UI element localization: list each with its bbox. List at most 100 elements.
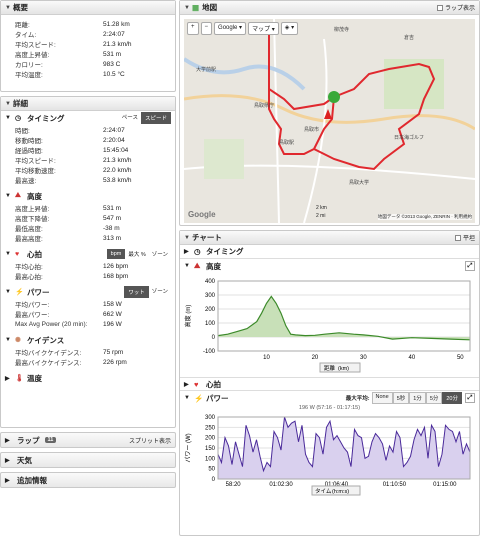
stat-label: 経過時間: xyxy=(15,148,43,155)
laps-count-badge: 11 xyxy=(44,437,57,443)
map-park xyxy=(204,139,244,179)
y-tick-label: 0 xyxy=(212,335,216,341)
elevation-section[interactable]: ▼ ⛰ 高度 xyxy=(1,189,175,203)
stat-value: 51.28 km xyxy=(103,20,130,28)
stat-row: 時間: 2:24:07 xyxy=(1,125,175,136)
expand-triangle-icon[interactable]: ▶ xyxy=(5,375,15,382)
summary-panel: ▼ 概要 距離: 51.28 km タイム: 2:24:07 平均スピード: 21.3 km… xyxy=(0,0,176,92)
collapse-triangle-icon[interactable]: ▼ xyxy=(5,251,15,257)
map-icon: ▦ xyxy=(192,3,200,12)
power-title: パワー xyxy=(27,287,50,297)
collapse-triangle-icon[interactable]: ▼ xyxy=(5,337,15,343)
expand-triangle-icon[interactable]: ▶ xyxy=(5,457,17,464)
extra-info-panel[interactable]: ▶ 追加情報 xyxy=(0,472,176,488)
map-river xyxy=(184,57,306,91)
chart-panel: ▼ チャート 平坦 ▶ ◷ タイミング ▼ ⛰ 高度 ⤢ -100 0 100 200 300 400 1… xyxy=(179,230,480,536)
x-tick-label: 01:10:50 xyxy=(383,482,407,488)
provider-select[interactable]: Google ▾ xyxy=(214,22,247,35)
map-canvas[interactable]: 柳茂寺 大学前駅 鳥取県庁 鳥取駅 鳥取市 鳥取大学 日本海ゴルフ 倉吉 + − Google… xyxy=(184,19,475,223)
max-average-option[interactable]: 1分 xyxy=(409,392,426,404)
max-average-option[interactable]: 5分 xyxy=(425,392,443,404)
elevation-chart: -100 0 100 200 300 400 10 20 30 40 50 高度 (m) 距離 (km) xyxy=(184,279,471,373)
split-display-link[interactable]: スプリット表示 xyxy=(129,436,171,445)
timing-section[interactable]: ▼ ◷ タイミング ペース スピード xyxy=(1,111,175,125)
y-axis-label: パワー (W) xyxy=(185,433,192,462)
map-attribution[interactable]: 地図データ ©2013 Google, ZENRIN · 利用規約 xyxy=(377,214,472,220)
x-tick-label: 20 xyxy=(312,355,319,361)
map-place-label: 柳茂寺 xyxy=(334,26,349,33)
stat-label: 最低高度: xyxy=(15,226,43,233)
max-average-option[interactable]: 20分 xyxy=(442,392,462,404)
collapse-triangle-icon[interactable]: ▼ xyxy=(184,235,192,241)
elevation-chart-title: 高度 xyxy=(206,261,221,271)
layers-icon[interactable]: ◈ ▾ xyxy=(280,22,299,35)
timing-chart-row[interactable]: ▶ ◷ タイミング xyxy=(180,245,479,259)
max-average-option[interactable]: 5秒 xyxy=(392,392,410,404)
stat-row: 経過時間: 15:45:04 xyxy=(1,145,175,156)
flat-label: 平坦 xyxy=(462,236,475,242)
expand-triangle-icon[interactable]: ▶ xyxy=(5,437,17,444)
y-tick-label: 0 xyxy=(212,477,216,483)
heart-zone-toggle[interactable]: ゾーン xyxy=(149,249,171,259)
x-tick-label: 30 xyxy=(360,355,367,361)
stat-row: 移動時間: 2:20:04 xyxy=(1,135,175,146)
power-section[interactable]: ▼ ⚡ パワー ワット ゾーン xyxy=(1,285,175,299)
map-header[interactable]: ▼ ▦ 地図 ラップ表示 xyxy=(180,1,479,15)
maptype-select[interactable]: マップ ▾ xyxy=(248,22,279,35)
collapse-triangle-icon[interactable]: ▼ xyxy=(184,263,194,269)
map-park xyxy=(384,59,444,109)
stat-row: 平均バイクケイデンス: 75 rpm xyxy=(1,347,175,358)
collapse-triangle-icon[interactable]: ▼ xyxy=(5,115,15,121)
watt-toggle[interactable]: ワット xyxy=(124,286,149,298)
x-axis-label: 距離 xyxy=(324,364,336,372)
stat-label: タイム: xyxy=(15,32,37,39)
cadence-section[interactable]: ▼ ✺ ケイデンス xyxy=(1,333,175,347)
laps-panel[interactable]: ▶ ラップ 11 スプリット表示 xyxy=(0,432,176,448)
summary-header[interactable]: ▼ 概要 xyxy=(1,1,175,15)
stat-value: 983 C xyxy=(103,60,121,68)
start-marker-icon[interactable] xyxy=(328,91,340,103)
pace-toggle[interactable]: ペース xyxy=(119,112,141,124)
expand-icon[interactable]: ⤢ xyxy=(465,261,475,271)
x-tick-label: 10 xyxy=(263,355,270,361)
detail-header[interactable]: ▼ 詳細 xyxy=(1,97,175,111)
collapse-triangle-icon[interactable]: ▼ xyxy=(5,101,13,107)
zoom-in-button[interactable]: + xyxy=(187,22,199,35)
collapse-triangle-icon[interactable]: ▼ xyxy=(5,289,15,295)
maxpct-toggle[interactable]: 最大 % xyxy=(125,249,148,259)
collapse-triangle-icon[interactable]: ▼ xyxy=(5,193,15,199)
weather-title: 天気 xyxy=(17,455,32,465)
heart-section[interactable]: ▼ ♥ 心拍 bpm 最大 % ゾーン xyxy=(1,247,175,261)
lap-display-checkbox[interactable] xyxy=(436,5,443,12)
map-place-label: 鳥取大学 xyxy=(349,179,369,186)
extra-info-title: 追加情報 xyxy=(17,475,47,485)
max-average-option[interactable]: None xyxy=(371,392,393,404)
weather-panel[interactable]: ▶ 天気 xyxy=(0,452,176,468)
chart-header[interactable]: ▼ チャート 平坦 xyxy=(180,231,479,245)
heart-chart-title: 心拍 xyxy=(206,379,221,389)
x-tick-label: 40 xyxy=(409,355,416,361)
stat-label: 平均温度: xyxy=(15,72,43,79)
expand-triangle-icon[interactable]: ▶ xyxy=(184,381,194,388)
stat-row: タイム: 2:24:07 xyxy=(1,29,175,40)
stat-row: 平均温度: 10.5 °C xyxy=(1,69,175,80)
temperature-section[interactable]: ▶ 🌡 温度 xyxy=(1,371,175,385)
power-chart-row[interactable]: ▼ ⚡ パワー 最大平均: None 5秒 1分 5分 20分 ⤢ xyxy=(180,391,479,405)
power-zone-toggle[interactable]: ゾーン xyxy=(149,286,171,298)
collapse-triangle-icon[interactable]: ▼ xyxy=(5,5,13,11)
summary-title: 概要 xyxy=(13,3,28,12)
elevation-chart-row[interactable]: ▼ ⛰ 高度 ⤢ xyxy=(180,259,479,273)
expand-triangle-icon[interactable]: ▶ xyxy=(5,477,17,484)
stat-label: Max Avg Power (20 min): xyxy=(15,320,88,328)
heart-chart-row[interactable]: ▶ ♥ 心拍 xyxy=(180,377,479,391)
expand-icon[interactable]: ⤢ xyxy=(465,393,475,403)
y-tick-label: 300 xyxy=(205,415,216,421)
flat-checkbox[interactable] xyxy=(454,235,461,242)
speed-toggle[interactable]: スピード xyxy=(140,112,171,124)
expand-triangle-icon[interactable]: ▶ xyxy=(184,248,194,255)
collapse-triangle-icon[interactable]: ▼ xyxy=(184,5,192,11)
bpm-toggle[interactable]: bpm xyxy=(106,249,126,259)
stat-row: 高度上昇値: 531 m xyxy=(1,49,175,60)
collapse-triangle-icon[interactable]: ▼ xyxy=(184,395,194,401)
zoom-out-button[interactable]: − xyxy=(200,22,213,35)
